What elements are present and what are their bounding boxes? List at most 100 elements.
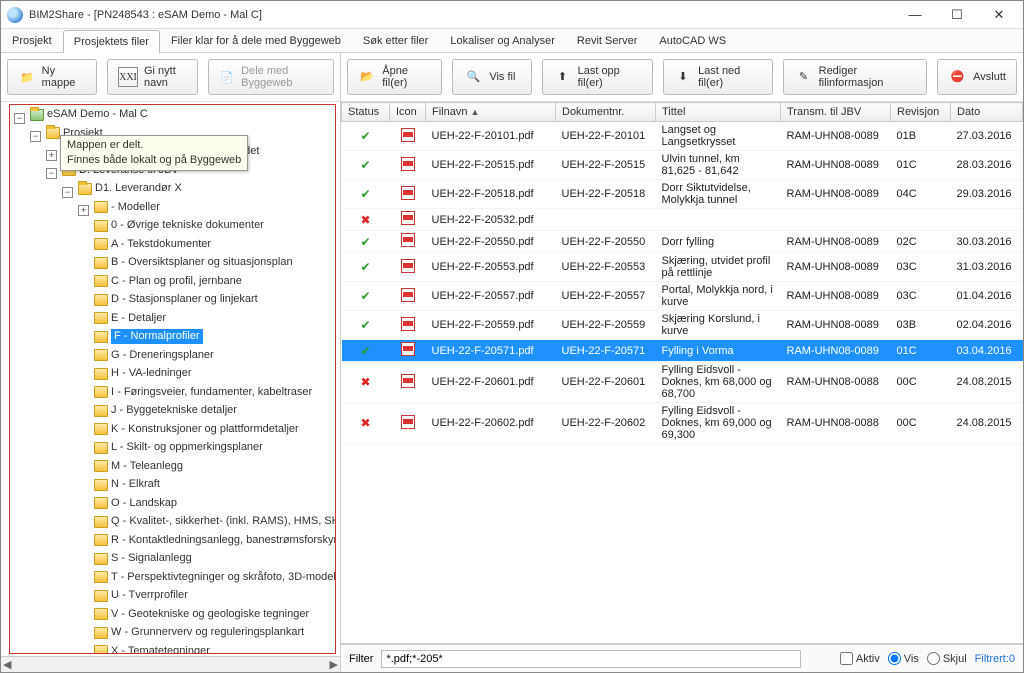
tree-item[interactable]: H - VA-ledninger	[111, 366, 192, 381]
tree-item[interactable]: D - Stasjonsplaner og linjekart	[111, 292, 258, 307]
tree-item[interactable]: I - Føringsveier, fundamenter, kabeltras…	[111, 385, 312, 400]
tree-item[interactable]: G - Dreneringsplaner	[111, 348, 214, 363]
tree-item[interactable]: R - Kontaktledningsanlegg, banestrømsfor…	[111, 533, 336, 548]
table-row[interactable]: ✔UEH-22-F-20553.pdfUEH-22-F-20553Skjærin…	[342, 253, 1023, 282]
folder-icon	[94, 275, 108, 287]
tree-item[interactable]: S - Signalanlegg	[111, 551, 192, 566]
col-status[interactable]: Status	[342, 103, 390, 122]
tree-item[interactable]: J - Byggetekniske detaljer	[111, 403, 237, 418]
tree-item[interactable]: N - Elkraft	[111, 477, 160, 492]
menu-prosjekt[interactable]: Prosjekt	[1, 29, 63, 52]
cell-dato: 24.08.2015	[951, 362, 1023, 403]
col-tittel[interactable]: Tittel	[656, 103, 781, 122]
col-filnavn[interactable]: Filnavn▲	[426, 103, 556, 122]
tree-modeller[interactable]: - Modeller	[111, 200, 160, 215]
rediger-label: Rediger filinformasjon	[819, 65, 916, 89]
menu-revit[interactable]: Revit Server	[566, 29, 649, 52]
table-row[interactable]: ✖UEH-22-F-20602.pdfUEH-22-F-20602Fylling…	[342, 403, 1023, 444]
ny-mappe-label: Ny mappe	[42, 65, 86, 89]
col-transm[interactable]: Transm. til JBV	[781, 103, 891, 122]
tree-root[interactable]: eSAM Demo - Mal C	[47, 107, 148, 122]
folder-plus-icon: 📁	[18, 67, 36, 87]
aktiv-checkbox[interactable]: Aktiv	[840, 652, 880, 665]
col-dato[interactable]: Dato	[951, 103, 1023, 122]
sort-asc-icon: ▲	[470, 107, 479, 117]
gi-nytt-navn-button[interactable]: XXI Gi nytt navn	[107, 59, 198, 95]
vis-fil-button[interactable]: 🔍Vis fil	[452, 59, 532, 95]
cell-tittel: Langset og Langsetkrysset	[656, 122, 781, 151]
table-row[interactable]: ✔UEH-22-F-20101.pdfUEH-22-F-20101Langset…	[342, 122, 1023, 151]
horizontal-scrollbar[interactable]: ◀▶	[1, 656, 340, 672]
menu-prosjektets-filer[interactable]: Prosjektets filer	[63, 30, 160, 53]
rediger-button[interactable]: ✎Rediger filinformasjon	[783, 59, 927, 95]
table-row[interactable]: ✔UEH-22-F-20550.pdfUEH-22-F-20550Dorr fy…	[342, 231, 1023, 253]
ny-mappe-button[interactable]: 📁 Ny mappe	[7, 59, 97, 95]
tree-item[interactable]: A - Tekstdokumenter	[111, 237, 211, 252]
expander-icon[interactable]: −	[46, 168, 57, 179]
cell-filnavn: UEH-22-F-20518.pdf	[426, 180, 556, 209]
filter-input[interactable]	[381, 650, 801, 668]
tree-item[interactable]: B - Oversiktsplaner og situasjonsplan	[111, 255, 293, 270]
col-icon[interactable]: Icon	[390, 103, 426, 122]
menu-lokaliser[interactable]: Lokaliser og Analyser	[439, 29, 566, 52]
tree-item[interactable]: K - Konstruksjoner og plattformdetaljer	[111, 422, 299, 437]
status-icon: ✖	[360, 213, 370, 227]
cell-dokumentnr: UEH-22-F-20559	[556, 311, 656, 340]
menu-filer-klar[interactable]: Filer klar for å dele med Byggeweb	[160, 29, 352, 52]
table-row[interactable]: ✔UEH-22-F-20515.pdfUEH-22-F-20515Ulvin t…	[342, 151, 1023, 180]
vis-radio[interactable]: Vis	[888, 652, 919, 665]
expander-icon[interactable]: −	[30, 131, 41, 142]
maximize-button[interactable]: ☐	[943, 5, 971, 25]
table-row[interactable]: ✖UEH-22-F-20601.pdfUEH-22-F-20601Fylling…	[342, 362, 1023, 403]
last-opp-button[interactable]: ⬆Last opp fil(er)	[542, 59, 653, 95]
dele-med-button[interactable]: 📄 Dele med Byggeweb	[208, 59, 334, 95]
folder-icon	[94, 312, 108, 324]
status-icon: ✔	[360, 260, 370, 274]
col-dokumentnr[interactable]: Dokumentnr.	[556, 103, 656, 122]
table-row[interactable]: ✖UEH-22-F-20532.pdf	[342, 209, 1023, 231]
tree-item[interactable]: L - Skilt- og oppmerkingsplaner	[111, 440, 263, 455]
pdf-icon	[401, 342, 415, 356]
cell-transm: RAM-UHN08-0089	[781, 151, 891, 180]
table-row[interactable]: ✔UEH-22-F-20518.pdfUEH-22-F-20518Dorr Si…	[342, 180, 1023, 209]
cell-revisjon: 00C	[891, 362, 951, 403]
expander-icon[interactable]: +	[46, 150, 57, 161]
cell-revisjon: 03B	[891, 311, 951, 340]
cell-tittel: Fylling Eidsvoll - Doknes, km 69,000 og …	[656, 403, 781, 444]
minimize-button[interactable]: —	[901, 5, 929, 25]
tree-item[interactable]: F - Normalprofiler	[111, 329, 203, 344]
filter-count: Filtrert:0	[975, 653, 1015, 665]
apne-fil-button[interactable]: 📂Åpne fil(er)	[347, 59, 442, 95]
folder-tree[interactable]: −eSAM Demo - Mal C −Prosjekt Mappen er d…	[9, 104, 336, 654]
tree-item[interactable]: 0 - Øvrige tekniske dokumenter	[111, 218, 264, 233]
tree-item[interactable]: O - Landskap	[111, 496, 177, 511]
tree-d1[interactable]: D1. Leverandør X	[95, 181, 182, 196]
menu-autocad[interactable]: AutoCAD WS	[648, 29, 737, 52]
tree-item[interactable]: C - Plan og profil, jernbane	[111, 274, 242, 289]
col-revisjon[interactable]: Revisjon	[891, 103, 951, 122]
tree-item[interactable]: T - Perspektivtegninger og skråfoto, 3D-…	[111, 570, 336, 585]
tree-item[interactable]: V - Geotekniske og geologiske tegninger	[111, 607, 309, 622]
tree-item[interactable]: E - Detaljer	[111, 311, 166, 326]
table-row[interactable]: ✔UEH-22-F-20571.pdfUEH-22-F-20571Fylling…	[342, 340, 1023, 362]
avslutt-button[interactable]: ⛔Avslutt	[937, 59, 1017, 95]
cell-dokumentnr: UEH-22-F-20101	[556, 122, 656, 151]
file-grid[interactable]: Status Icon Filnavn▲ Dokumentnr. Tittel …	[341, 102, 1023, 644]
rename-icon: XXI	[118, 67, 138, 87]
cell-transm: RAM-UHN08-0089	[781, 180, 891, 209]
expander-icon[interactable]: −	[62, 187, 73, 198]
table-row[interactable]: ✔UEH-22-F-20559.pdfUEH-22-F-20559Skjærin…	[342, 311, 1023, 340]
expander-icon[interactable]: +	[78, 205, 89, 216]
tree-item[interactable]: U - Tverrprofiler	[111, 588, 188, 603]
tree-item[interactable]: M - Teleanlegg	[111, 459, 183, 474]
table-row[interactable]: ✔UEH-22-F-20557.pdfUEH-22-F-20557Portal,…	[342, 282, 1023, 311]
tree-item[interactable]: X - Tematetegninger	[111, 644, 210, 655]
skjul-radio[interactable]: Skjul	[927, 652, 967, 665]
menu-sok[interactable]: Søk etter filer	[352, 29, 439, 52]
tree-item[interactable]: W - Grunnerverv og reguleringsplankart	[111, 625, 304, 640]
last-ned-button[interactable]: ⬇Last ned fil(er)	[663, 59, 774, 95]
pdf-icon	[401, 317, 415, 331]
close-button[interactable]: ✕	[985, 5, 1013, 25]
tree-item[interactable]: Q - Kvalitet-, sikkerhet- (inkl. RAMS), …	[111, 514, 336, 529]
expander-icon[interactable]: −	[14, 113, 25, 124]
